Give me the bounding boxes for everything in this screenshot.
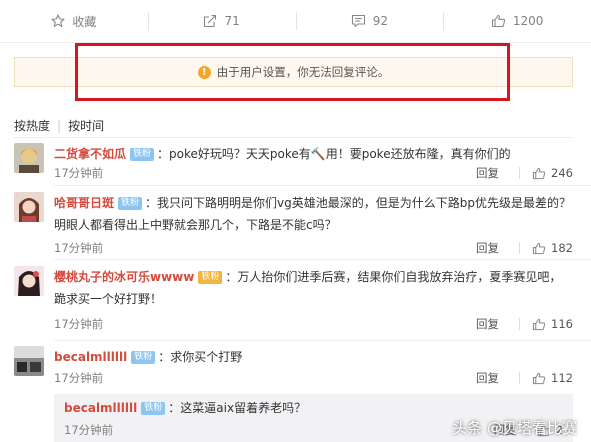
comment-like-button[interactable]: 246 — [532, 166, 573, 180]
divider — [14, 137, 573, 138]
comment-icon — [351, 14, 365, 28]
comment-meta: 17分钟前 回复 246 — [54, 163, 573, 183]
thumbs-up-icon — [532, 167, 546, 179]
reply-button[interactable]: 回复 — [476, 370, 499, 386]
comment-author[interactable]: becalmllllll — [54, 350, 127, 364]
meta-divider — [519, 242, 521, 254]
comment-content: 二货拿不如瓜 铁粉 ：poke好玩吗？天天poke有🔨用！要poke还放布隆，真有你… — [54, 147, 511, 161]
action-bar: 收藏 71 92 1200 — [0, 0, 591, 43]
fan-badge: 铁粉 — [118, 197, 143, 210]
fan-badge: 铁粉 — [198, 271, 223, 284]
watermark: 头条 @贝塔看比赛 — [452, 419, 577, 437]
meta-divider — [519, 372, 521, 384]
comment-meta: 17分钟前 回复 182 — [54, 238, 573, 258]
like-count: 1200 — [512, 14, 544, 28]
comment-author[interactable]: 樱桃丸子的冰可乐wwww — [54, 270, 194, 284]
reply-time: 17分钟前 — [64, 423, 114, 437]
thumbs-up-icon — [532, 372, 546, 384]
reply-button[interactable]: 回复 — [476, 316, 499, 332]
avatar[interactable] — [14, 143, 44, 173]
reply-button[interactable]: 回复 — [476, 165, 499, 181]
repost-count: 71 — [224, 14, 240, 28]
share-icon — [204, 14, 217, 28]
comment-time: 17分钟前 — [54, 317, 104, 331]
comment-like-button[interactable]: 112 — [532, 371, 573, 385]
fan-badge: 铁粉 — [131, 351, 156, 364]
star-icon — [51, 14, 65, 27]
thumbs-up-icon — [491, 14, 505, 28]
meta-divider — [519, 318, 521, 330]
fan-badge: 铁粉 — [130, 148, 155, 161]
sort-by-hot-tab[interactable]: 按热度 — [14, 117, 50, 134]
meta-divider — [519, 167, 521, 179]
comment-time: 17分钟前 — [54, 371, 104, 385]
comment-like-count: 246 — [551, 166, 573, 180]
comment-like-count: 182 — [551, 241, 573, 255]
comment-text: poke好玩吗？天天poke有🔨用！要poke还放布隆，真有你们的 — [169, 147, 511, 161]
comment-like-count: 116 — [551, 317, 573, 331]
thumbs-up-icon — [532, 318, 546, 330]
comment-count: 92 — [372, 14, 389, 28]
comment-time: 17分钟前 — [54, 241, 104, 255]
sort-by-time-tab[interactable]: 按时间 — [68, 117, 104, 134]
comment-content: 哈哥哥日斑 铁粉 ：我只问下路明明是你们vg英雄池最深的，但是为什么下路bp优先级是… — [54, 196, 572, 232]
fan-badge: 铁粉 — [141, 402, 166, 415]
highlight-annotation-box — [75, 43, 510, 101]
avatar[interactable] — [14, 346, 44, 376]
comment-sort: 按热度 | 按时间 — [14, 117, 104, 134]
comment-author[interactable]: 哈哥哥日斑 — [54, 196, 114, 210]
comment-button[interactable]: 92 — [295, 0, 444, 42]
avatar[interactable] — [14, 192, 44, 222]
comment-like-count: 112 — [551, 371, 573, 385]
reply-content: becalmllllll 铁粉 ：这菜逼aix留着养老吗？ — [64, 401, 307, 415]
comment-text: 求你买个打野 — [170, 350, 243, 364]
avatar[interactable] — [14, 266, 44, 296]
divider — [54, 340, 591, 341]
comment-meta: 17分钟前 回复 116 — [54, 314, 573, 334]
favorite-label: 收藏 — [72, 14, 97, 29]
comment-time: 17分钟前 — [54, 166, 104, 180]
reply-author[interactable]: becalmllllll — [64, 401, 137, 415]
reply-button[interactable]: 回复 — [476, 240, 499, 256]
comment-content: becalmllllll 铁粉 ：求你买个打野 — [54, 350, 243, 364]
like-button[interactable]: 1200 — [443, 0, 591, 42]
divider — [54, 185, 591, 186]
repost-button[interactable]: 71 — [147, 0, 296, 42]
divider — [54, 259, 591, 260]
comment-like-button[interactable]: 116 — [532, 317, 573, 331]
comment-meta: 17分钟前 回复 112 — [54, 368, 573, 388]
comment-content: 樱桃丸子的冰可乐wwww 铁粉 ：万人抬你们进季后赛，结果你们自我放弃治疗，夏季赛见… — [54, 270, 562, 306]
thumbs-up-icon — [532, 242, 546, 254]
comment-like-button[interactable]: 182 — [532, 241, 573, 255]
sort-separator: | — [57, 118, 62, 133]
comment-author[interactable]: 二货拿不如瓜 — [54, 147, 126, 161]
reply-text: 这菜逼aix留着养老吗？ — [180, 401, 307, 415]
favorite-button[interactable]: 收藏 — [0, 0, 148, 42]
